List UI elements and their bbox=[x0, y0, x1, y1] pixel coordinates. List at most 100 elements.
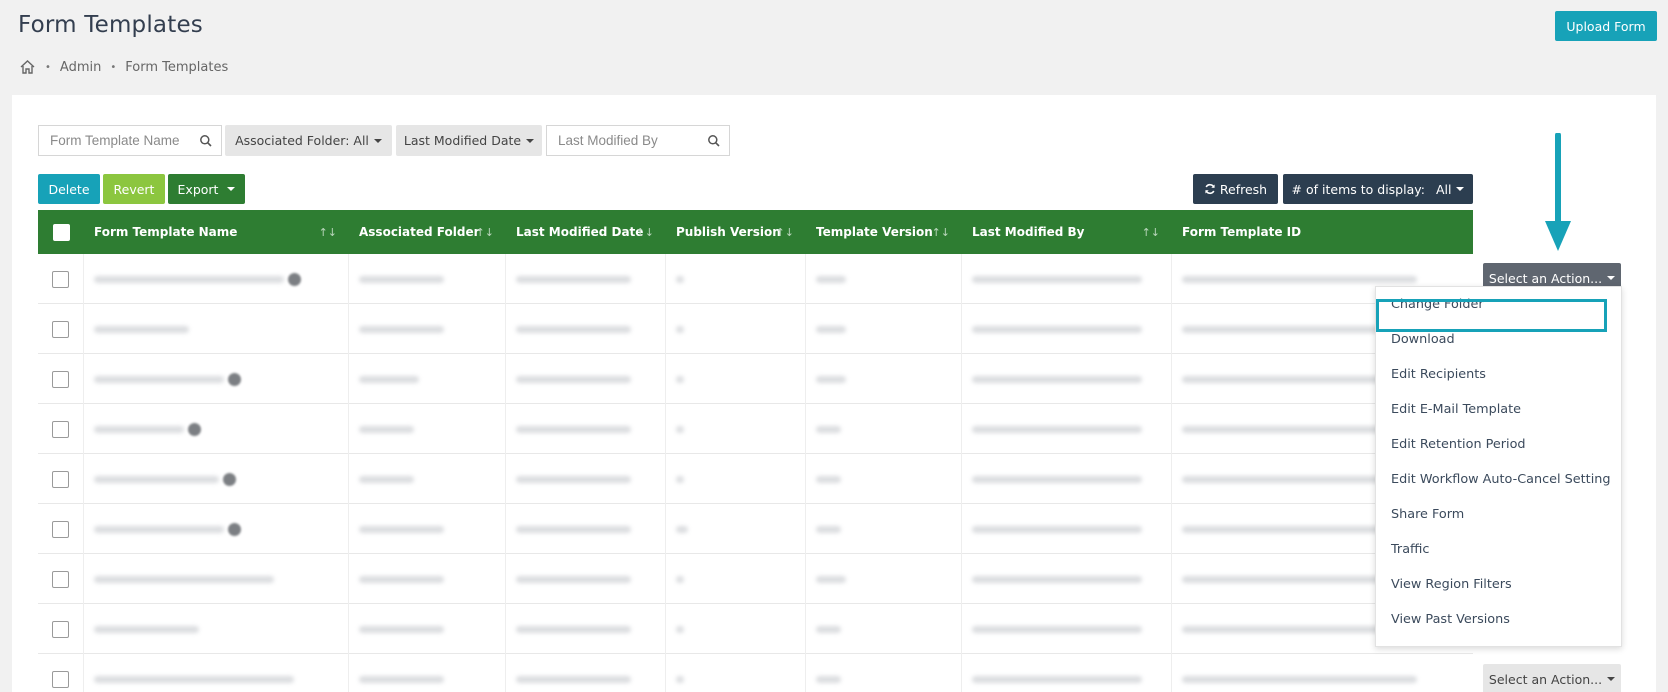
table-row[interactable] bbox=[38, 454, 1473, 504]
associated-folder-dropdown[interactable]: Associated Folder: All bbox=[225, 125, 392, 156]
last-modified-date-dropdown[interactable]: Last Modified Date bbox=[396, 125, 542, 156]
search-icon[interactable] bbox=[707, 134, 721, 148]
sort-icon[interactable]: ↑↓ bbox=[319, 226, 337, 239]
table-row[interactable] bbox=[38, 404, 1473, 454]
table-cell[interactable] bbox=[84, 354, 349, 404]
upload-form-button[interactable]: Upload Form bbox=[1555, 11, 1657, 41]
row-checkbox[interactable] bbox=[52, 270, 69, 288]
row-checkbox[interactable] bbox=[52, 570, 69, 588]
table-row[interactable] bbox=[38, 554, 1473, 604]
table-cell[interactable] bbox=[84, 304, 349, 354]
row-checkbox[interactable] bbox=[52, 370, 69, 388]
info-icon[interactable] bbox=[188, 422, 201, 436]
sort-icon[interactable]: ↑↓ bbox=[776, 226, 794, 239]
redacted-text bbox=[516, 625, 631, 633]
table-cell[interactable] bbox=[84, 604, 349, 654]
sort-icon[interactable]: ↑↓ bbox=[1142, 226, 1160, 239]
last-modified-by-input[interactable] bbox=[547, 133, 707, 148]
row-checkbox[interactable] bbox=[52, 320, 69, 338]
row-checkbox[interactable] bbox=[52, 670, 69, 688]
menu-item-share-form[interactable]: Share Form bbox=[1376, 497, 1621, 532]
redacted-text bbox=[816, 475, 841, 483]
delete-button[interactable]: Delete bbox=[38, 174, 100, 204]
caret-down-icon bbox=[526, 138, 535, 143]
table-cell bbox=[506, 304, 666, 354]
column-header-last-modified-date[interactable]: Last Modified Date ↑↓ bbox=[506, 210, 666, 254]
info-icon[interactable] bbox=[228, 522, 241, 536]
search-icon[interactable] bbox=[199, 134, 213, 148]
table-cell bbox=[806, 404, 962, 454]
menu-item-edit-email-template[interactable]: Edit E-Mail Template bbox=[1376, 392, 1621, 427]
column-header-publish-version[interactable]: Publish Version ↑↓ bbox=[666, 210, 806, 254]
sort-icon[interactable]: ↑↓ bbox=[476, 226, 494, 239]
column-header-last-modified-by[interactable]: Last Modified By ↑↓ bbox=[962, 210, 1172, 254]
table-cell[interactable] bbox=[84, 254, 349, 304]
revert-button[interactable]: Revert bbox=[103, 174, 165, 204]
breadcrumb-admin[interactable]: Admin bbox=[60, 60, 101, 75]
redacted-text bbox=[676, 425, 684, 433]
menu-item-view-past-versions[interactable]: View Past Versions bbox=[1376, 602, 1621, 637]
row-select-cell bbox=[38, 354, 84, 404]
select-action-label: Select an Action... bbox=[1488, 270, 1603, 286]
redacted-text bbox=[972, 325, 1142, 333]
column-header-form-template-name[interactable]: Form Template Name ↑↓ bbox=[84, 210, 349, 254]
row-checkbox[interactable] bbox=[52, 420, 69, 438]
redacted-text bbox=[94, 475, 219, 483]
sort-icon[interactable]: ↑↓ bbox=[636, 226, 654, 239]
row-select-cell bbox=[38, 554, 84, 604]
table-cell[interactable] bbox=[84, 454, 349, 504]
form-template-name-input[interactable] bbox=[39, 133, 199, 148]
table-row[interactable] bbox=[38, 504, 1473, 554]
table-cell[interactable] bbox=[84, 404, 349, 454]
table-row[interactable] bbox=[38, 304, 1473, 354]
table-cell bbox=[806, 254, 962, 304]
last-modified-by-filter[interactable] bbox=[546, 125, 730, 156]
form-template-name-filter[interactable] bbox=[38, 125, 222, 156]
menu-item-edit-recipients[interactable]: Edit Recipients bbox=[1376, 357, 1621, 392]
row-select-cell bbox=[38, 404, 84, 454]
column-header-template-version[interactable]: Template Version ↑↓ bbox=[806, 210, 962, 254]
redacted-text bbox=[972, 475, 1142, 483]
row-checkbox[interactable] bbox=[52, 620, 69, 638]
table-row[interactable] bbox=[38, 654, 1473, 692]
caret-down-icon bbox=[1456, 187, 1465, 191]
table-row[interactable] bbox=[38, 604, 1473, 654]
export-button[interactable]: Export bbox=[168, 174, 245, 204]
table-row[interactable] bbox=[38, 354, 1473, 404]
redacted-text bbox=[972, 675, 1142, 683]
column-header-associated-folder[interactable]: Associated Folder ↑↓ bbox=[349, 210, 506, 254]
select-all-checkbox[interactable] bbox=[52, 223, 70, 241]
menu-item-edit-retention-period[interactable]: Edit Retention Period bbox=[1376, 427, 1621, 462]
info-icon[interactable] bbox=[228, 372, 241, 386]
sort-icon[interactable]: ↑↓ bbox=[932, 226, 950, 239]
table-cell bbox=[962, 354, 1172, 404]
action-dropdown-menu: Change Folder Download Edit Recipients E… bbox=[1375, 286, 1622, 647]
table-cell[interactable] bbox=[84, 654, 349, 692]
select-action-button[interactable]: Select an Action... bbox=[1483, 664, 1621, 692]
column-header-form-template-id[interactable]: Form Template ID bbox=[1172, 210, 1473, 254]
redacted-text bbox=[359, 475, 414, 483]
redacted-text bbox=[359, 525, 444, 533]
redacted-text bbox=[972, 275, 1142, 283]
home-icon[interactable] bbox=[19, 59, 36, 75]
table-row[interactable] bbox=[38, 254, 1473, 304]
row-select-cell bbox=[38, 654, 84, 692]
row-select-cell bbox=[38, 604, 84, 654]
table-cell[interactable] bbox=[84, 554, 349, 604]
menu-item-edit-workflow-auto-cancel[interactable]: Edit Workflow Auto-Cancel Setting bbox=[1376, 462, 1621, 497]
table-cell bbox=[349, 404, 506, 454]
redacted-text bbox=[676, 625, 684, 633]
info-icon[interactable] bbox=[288, 272, 301, 286]
menu-item-view-region-filters[interactable]: View Region Filters bbox=[1376, 567, 1621, 602]
refresh-button[interactable]: Refresh bbox=[1193, 174, 1278, 204]
redacted-text bbox=[94, 625, 199, 633]
select-action-label: Select an Action... bbox=[1488, 671, 1603, 687]
redacted-text bbox=[676, 475, 684, 483]
table-cell bbox=[806, 454, 962, 504]
row-checkbox[interactable] bbox=[52, 470, 69, 488]
table-cell[interactable] bbox=[84, 504, 349, 554]
info-icon[interactable] bbox=[223, 472, 236, 486]
menu-item-traffic[interactable]: Traffic bbox=[1376, 532, 1621, 567]
row-checkbox[interactable] bbox=[52, 520, 69, 538]
items-to-display-dropdown[interactable]: # of items to display: All bbox=[1283, 174, 1473, 204]
